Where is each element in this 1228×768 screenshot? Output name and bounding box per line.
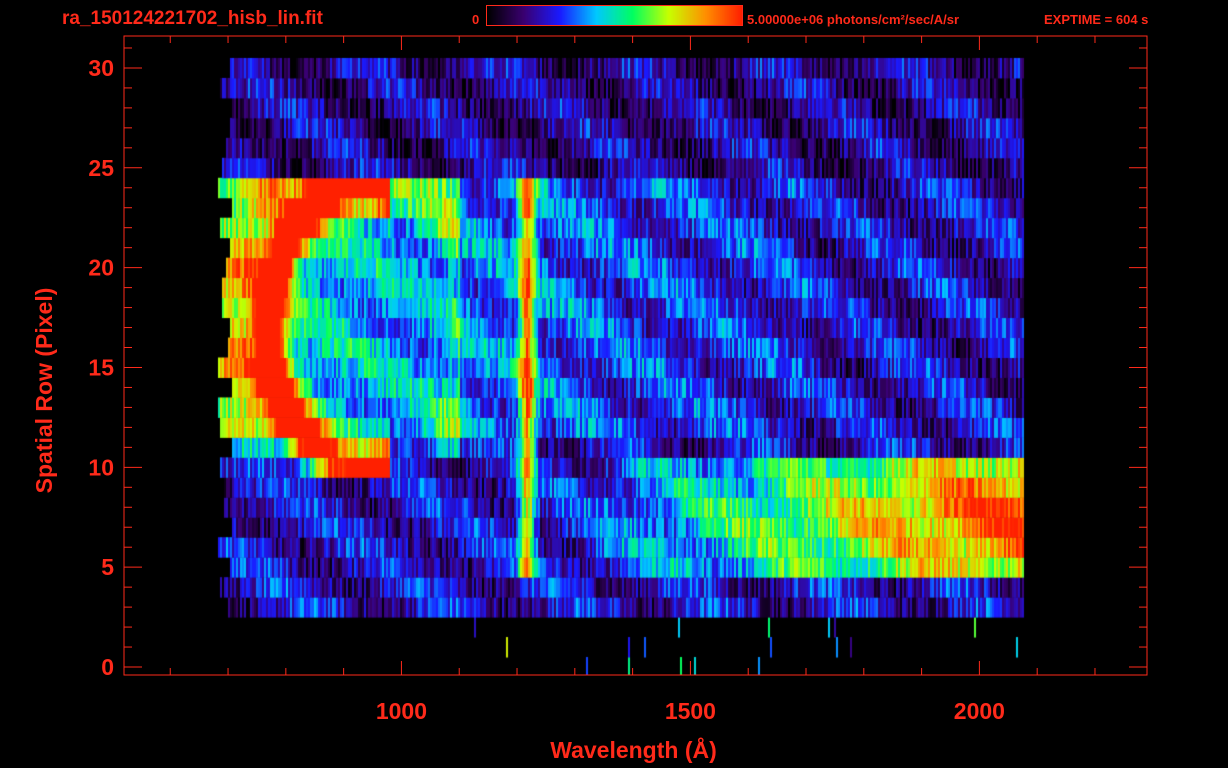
y-axis-label: Spatial Row (Pixel) bbox=[31, 288, 57, 494]
colorbar bbox=[486, 5, 743, 26]
y-tick-label: 15 bbox=[88, 354, 114, 380]
x-tick-label: 2000 bbox=[954, 698, 1005, 724]
y-tick-label: 20 bbox=[88, 255, 114, 281]
y-tick-label: 30 bbox=[88, 55, 114, 81]
x-tick-label: 1500 bbox=[665, 698, 716, 724]
y-tick-label: 25 bbox=[88, 155, 114, 181]
plot-axes: 1000 1500 2000 0 5 10 15 20 25 30 Wavelength (Å) Sp… bbox=[31, 35, 1148, 763]
x-axis-label: Wavelength (Å) bbox=[550, 736, 717, 763]
plot-frame bbox=[123, 35, 1148, 676]
file-title: ra_150124221702_hisb_lin.fit bbox=[62, 8, 323, 29]
x-tick-label: 1000 bbox=[376, 698, 427, 724]
y-tick-label: 10 bbox=[88, 454, 114, 480]
spectrum-figure: 1000 1500 2000 0 5 10 15 20 25 30 Wavelength (Å) Sp… bbox=[0, 0, 1228, 768]
colorbar-max-label: 5.00000e+06 photons/cm²/sec/A/sr bbox=[747, 12, 960, 27]
y-tick-label: 5 bbox=[101, 554, 114, 580]
exptime-label: EXPTIME = 604 s bbox=[1044, 12, 1149, 27]
y-tick-label: 0 bbox=[101, 654, 114, 680]
colorbar-min-label: 0 bbox=[472, 12, 480, 27]
